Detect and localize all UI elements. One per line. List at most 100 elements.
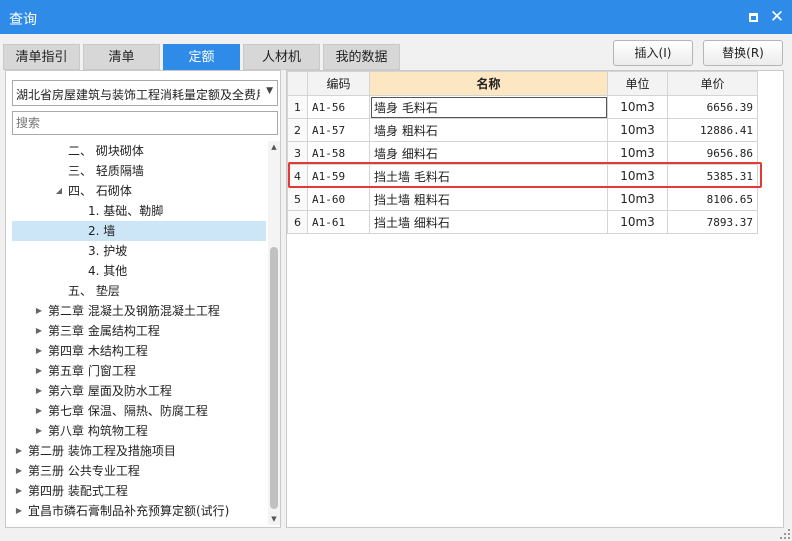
expand-arrow-icon[interactable]: ▶ bbox=[34, 401, 44, 421]
tree-node[interactable]: ▶ 第七章 保温、隔热、防腐工程 bbox=[12, 401, 266, 421]
quota-unit[interactable]: 10m3 bbox=[607, 141, 668, 165]
tree-panel: 湖北省房屋建筑与装饰工程消耗量定额及全费用 ▼ 二、 砌块砌体三、 轻质隔墙 ◢ 四… bbox=[5, 70, 281, 528]
expand-arrow-icon[interactable]: ▶ bbox=[14, 441, 24, 461]
tree-node[interactable]: ▶ 第四册 装配式工程 bbox=[12, 481, 266, 501]
expand-arrow-icon[interactable]: ▶ bbox=[34, 341, 44, 361]
tab-labor-material-machine[interactable]: 人材机 bbox=[243, 44, 320, 70]
quota-grid-panel: 编码 名称 单位 单价 1 A1-56 墙身 毛料石 10m3 6656.39 2 A1-5… bbox=[286, 70, 784, 528]
table-header-row: 编码 名称 单位 单价 bbox=[287, 71, 758, 96]
tree-node[interactable]: ▶ 第八章 构筑物工程 bbox=[12, 421, 266, 441]
quota-unit[interactable]: 10m3 bbox=[607, 164, 668, 188]
scroll-up-icon[interactable]: ▲ bbox=[268, 141, 280, 153]
tree-node[interactable]: 3. 护坡 bbox=[12, 241, 266, 261]
tree-node[interactable]: 二、 砌块砌体 bbox=[12, 141, 266, 161]
header-price[interactable]: 单价 bbox=[667, 71, 758, 96]
quota-price[interactable]: 9656.86 bbox=[667, 141, 758, 165]
header-name[interactable]: 名称 bbox=[369, 71, 608, 96]
quota-unit[interactable]: 10m3 bbox=[607, 95, 668, 119]
tree-node[interactable]: ▶ 第二册 装饰工程及措施项目 bbox=[12, 441, 266, 461]
quota-name[interactable]: 墙身 细料石 bbox=[369, 141, 608, 165]
row-number[interactable]: 1 bbox=[287, 95, 308, 119]
tree-node[interactable]: 2. 墙 bbox=[12, 221, 266, 241]
maximize-icon[interactable] bbox=[743, 7, 763, 27]
row-number[interactable]: 4 bbox=[287, 164, 308, 188]
quota-price[interactable]: 6656.39 bbox=[667, 95, 758, 119]
chevron-down-icon[interactable]: ▼ bbox=[266, 86, 273, 96]
quota-code[interactable]: A1-58 bbox=[307, 141, 370, 165]
expand-arrow-icon[interactable]: ▶ bbox=[34, 301, 44, 321]
tree-node[interactable]: ▶ 第二章 混凝土及钢筋混凝土工程 bbox=[12, 301, 266, 321]
row-number[interactable]: 3 bbox=[287, 141, 308, 165]
tab-quota[interactable]: 定额 bbox=[163, 44, 240, 70]
expand-arrow-icon[interactable]: ▶ bbox=[34, 321, 44, 341]
quota-price[interactable]: 12886.41 bbox=[667, 118, 758, 142]
tree-node[interactable]: 五、 垫层 bbox=[12, 281, 266, 301]
table-row[interactable]: 3 A1-58 墙身 细料石 10m3 9656.86 bbox=[287, 141, 758, 165]
quota-code[interactable]: A1-57 bbox=[307, 118, 370, 142]
quota-name[interactable]: 挡土墙 粗料石 bbox=[369, 187, 608, 211]
table-row-highlighted[interactable]: 4 A1-59 挡土墙 毛料石 10m3 5385.31 bbox=[287, 164, 758, 188]
quota-price[interactable]: 7893.37 bbox=[667, 210, 758, 234]
resize-grip-icon[interactable] bbox=[780, 529, 790, 539]
quota-unit[interactable]: 10m3 bbox=[607, 118, 668, 142]
tree-node-label: 第二册 装饰工程及措施项目 bbox=[28, 444, 176, 458]
tree-scrollbar[interactable]: ▲ ▼ bbox=[268, 141, 280, 525]
collapse-arrow-icon[interactable]: ◢ bbox=[54, 181, 64, 201]
row-number[interactable]: 6 bbox=[287, 210, 308, 234]
tree-node-label: 宜昌市磷石膏制品补充预算定额(试行) bbox=[28, 504, 230, 518]
header-unit[interactable]: 单位 bbox=[607, 71, 668, 96]
search-field[interactable] bbox=[12, 111, 278, 135]
header-code[interactable]: 编码 bbox=[307, 71, 370, 96]
insert-button[interactable]: 插入(I) bbox=[613, 40, 693, 66]
scroll-thumb[interactable] bbox=[270, 247, 278, 509]
row-number[interactable]: 5 bbox=[287, 187, 308, 211]
tree-node-label: 第二章 混凝土及钢筋混凝土工程 bbox=[48, 304, 220, 318]
quota-name[interactable]: 墙身 毛料石 bbox=[369, 95, 608, 119]
search-input[interactable] bbox=[13, 112, 277, 134]
expand-arrow-icon[interactable]: ▶ bbox=[34, 421, 44, 441]
tree-node[interactable]: ▶ 第五章 门窗工程 bbox=[12, 361, 266, 381]
tree-node[interactable]: ▶ 宜昌市磷石膏制品补充预算定额(试行) bbox=[12, 501, 266, 521]
table-row[interactable]: 1 A1-56 墙身 毛料石 10m3 6656.39 bbox=[287, 95, 758, 119]
expand-arrow-icon[interactable]: ▶ bbox=[14, 461, 24, 481]
tree-node[interactable]: 4. 其他 bbox=[12, 261, 266, 281]
replace-button[interactable]: 替换(R) bbox=[703, 40, 783, 66]
table-row[interactable]: 2 A1-57 墙身 粗料石 10m3 12886.41 bbox=[287, 118, 758, 142]
tab-list[interactable]: 清单 bbox=[83, 44, 160, 70]
tree-node[interactable]: ▶ 第四章 木结构工程 bbox=[12, 341, 266, 361]
tree-node[interactable]: 1. 基础、勒脚 bbox=[12, 201, 266, 221]
close-icon[interactable]: ✕ bbox=[767, 7, 787, 27]
tab-my-data[interactable]: 我的数据 bbox=[323, 44, 400, 70]
quota-code[interactable]: A1-59 bbox=[307, 164, 370, 188]
quota-code[interactable]: A1-61 bbox=[307, 210, 370, 234]
tree-node[interactable]: ▶ 第三章 金属结构工程 bbox=[12, 321, 266, 341]
quota-unit[interactable]: 10m3 bbox=[607, 210, 668, 234]
expand-arrow-icon[interactable]: ▶ bbox=[34, 381, 44, 401]
tree-node[interactable]: 三、 轻质隔墙 bbox=[12, 161, 266, 181]
scroll-down-icon[interactable]: ▼ bbox=[268, 513, 280, 525]
tree-node-label: 三、 轻质隔墙 bbox=[68, 164, 144, 178]
quota-price[interactable]: 5385.31 bbox=[667, 164, 758, 188]
tree-node-label: 二、 砌块砌体 bbox=[68, 144, 144, 158]
expand-arrow-icon[interactable]: ▶ bbox=[14, 481, 24, 501]
quota-library-select[interactable]: 湖北省房屋建筑与装饰工程消耗量定额及全费用 ▼ bbox=[12, 80, 278, 106]
quota-name[interactable]: 挡土墙 毛料石 bbox=[369, 164, 608, 188]
tree-node[interactable]: ◢ 四、 石砌体 bbox=[12, 181, 266, 201]
header-row-number bbox=[287, 71, 308, 96]
tree-node[interactable]: ▶ 第六章 屋面及防水工程 bbox=[12, 381, 266, 401]
table-row[interactable]: 6 A1-61 挡土墙 细料石 10m3 7893.37 bbox=[287, 210, 758, 234]
expand-arrow-icon[interactable]: ▶ bbox=[34, 361, 44, 381]
quota-unit[interactable]: 10m3 bbox=[607, 187, 668, 211]
table-row[interactable]: 5 A1-60 挡土墙 粗料石 10m3 8106.65 bbox=[287, 187, 758, 211]
tree-node[interactable]: ▶ 第三册 公共专业工程 bbox=[12, 461, 266, 481]
quota-code[interactable]: A1-60 bbox=[307, 187, 370, 211]
quota-price[interactable]: 8106.65 bbox=[667, 187, 758, 211]
quota-name[interactable]: 挡土墙 细料石 bbox=[369, 210, 608, 234]
expand-arrow-icon[interactable]: ▶ bbox=[14, 501, 24, 521]
tree-node-label: 第三册 公共专业工程 bbox=[28, 464, 140, 478]
quota-table: 编码 名称 单位 单价 1 A1-56 墙身 毛料石 10m3 6656.39 2 A1-5… bbox=[287, 71, 758, 234]
quota-name[interactable]: 墙身 粗料石 bbox=[369, 118, 608, 142]
quota-code[interactable]: A1-56 bbox=[307, 95, 370, 119]
row-number[interactable]: 2 bbox=[287, 118, 308, 142]
tab-list-guide[interactable]: 清单指引 bbox=[3, 44, 80, 70]
